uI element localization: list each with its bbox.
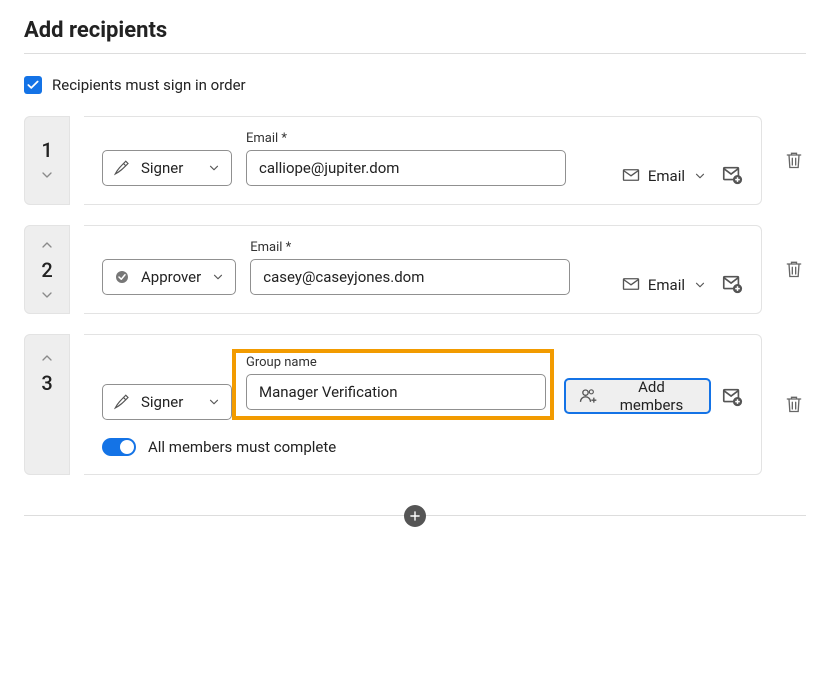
recipient-body: Approver Email * Email bbox=[84, 225, 762, 314]
order-strip: 2 bbox=[24, 225, 70, 314]
delivery-select[interactable]: Email bbox=[620, 275, 707, 295]
group-name-input[interactable] bbox=[246, 374, 546, 410]
recipient-row: 1 Signer Email * Email bbox=[24, 116, 806, 205]
order-strip: 1 bbox=[24, 116, 70, 205]
order-number: 2 bbox=[41, 258, 52, 282]
delete-icon[interactable] bbox=[784, 150, 806, 172]
all-members-toggle-row: All members must complete bbox=[102, 438, 743, 456]
chevron-down-icon bbox=[211, 270, 225, 284]
add-recipient-divider bbox=[24, 515, 806, 516]
order-number: 1 bbox=[41, 138, 52, 162]
group-name-highlight: Group name bbox=[232, 349, 554, 420]
sign-in-order-row: Recipients must sign in order bbox=[24, 76, 806, 94]
delete-icon[interactable] bbox=[784, 259, 806, 281]
add-attachment-icon[interactable] bbox=[721, 273, 743, 295]
order-number: 3 bbox=[41, 371, 52, 395]
add-recipient-button[interactable] bbox=[404, 505, 426, 527]
all-members-label: All members must complete bbox=[148, 438, 336, 456]
group-name-label: Group name bbox=[246, 355, 546, 370]
chevron-up-icon[interactable] bbox=[38, 349, 56, 367]
mail-icon bbox=[620, 275, 640, 295]
email-input[interactable] bbox=[246, 150, 566, 186]
email-label: Email * bbox=[250, 240, 570, 255]
chevron-down-icon bbox=[207, 161, 221, 175]
sign-in-order-label: Recipients must sign in order bbox=[52, 76, 246, 94]
recipient-group-row: 3 Signer Group name Add members All bbox=[24, 334, 806, 475]
role-select[interactable]: Approver bbox=[102, 259, 236, 295]
sign-in-order-checkbox[interactable] bbox=[24, 76, 42, 94]
recipient-body: Signer Group name Add members All member… bbox=[84, 334, 762, 475]
add-attachment-icon[interactable] bbox=[721, 386, 743, 408]
recipient-body: Signer Email * Email bbox=[84, 116, 762, 205]
chevron-up-icon[interactable] bbox=[38, 236, 56, 254]
check-circle-icon bbox=[113, 268, 131, 286]
email-input[interactable] bbox=[250, 259, 570, 295]
role-select[interactable]: Signer bbox=[102, 384, 232, 420]
page-title: Add recipients bbox=[24, 18, 806, 54]
role-label: Approver bbox=[141, 268, 201, 286]
role-select[interactable]: Signer bbox=[102, 150, 232, 186]
chevron-down-icon[interactable] bbox=[38, 166, 56, 184]
chevron-down-icon bbox=[207, 395, 221, 409]
chevron-down-icon bbox=[693, 278, 707, 292]
email-field-block: Email * bbox=[250, 240, 570, 295]
delete-icon[interactable] bbox=[784, 394, 806, 416]
pen-icon bbox=[113, 393, 131, 411]
add-members-label: Add members bbox=[606, 378, 697, 414]
email-label: Email * bbox=[246, 131, 566, 146]
add-attachment-icon[interactable] bbox=[721, 164, 743, 186]
delivery-label: Email bbox=[648, 276, 685, 294]
chevron-down-icon[interactable] bbox=[38, 286, 56, 304]
add-members-button[interactable]: Add members bbox=[564, 378, 711, 414]
mail-icon bbox=[620, 166, 640, 186]
pen-icon bbox=[113, 159, 131, 177]
chevron-down-icon bbox=[693, 169, 707, 183]
email-field-block: Email * bbox=[246, 131, 566, 186]
delivery-label: Email bbox=[648, 167, 685, 185]
recipient-row: 2 Approver Email * Email bbox=[24, 225, 806, 314]
role-label: Signer bbox=[141, 393, 197, 411]
check-icon bbox=[26, 78, 40, 92]
order-strip: 3 bbox=[24, 334, 70, 475]
delivery-select[interactable]: Email bbox=[620, 166, 707, 186]
role-label: Signer bbox=[141, 159, 197, 177]
all-members-toggle[interactable] bbox=[102, 438, 136, 456]
people-plus-icon bbox=[578, 386, 598, 406]
